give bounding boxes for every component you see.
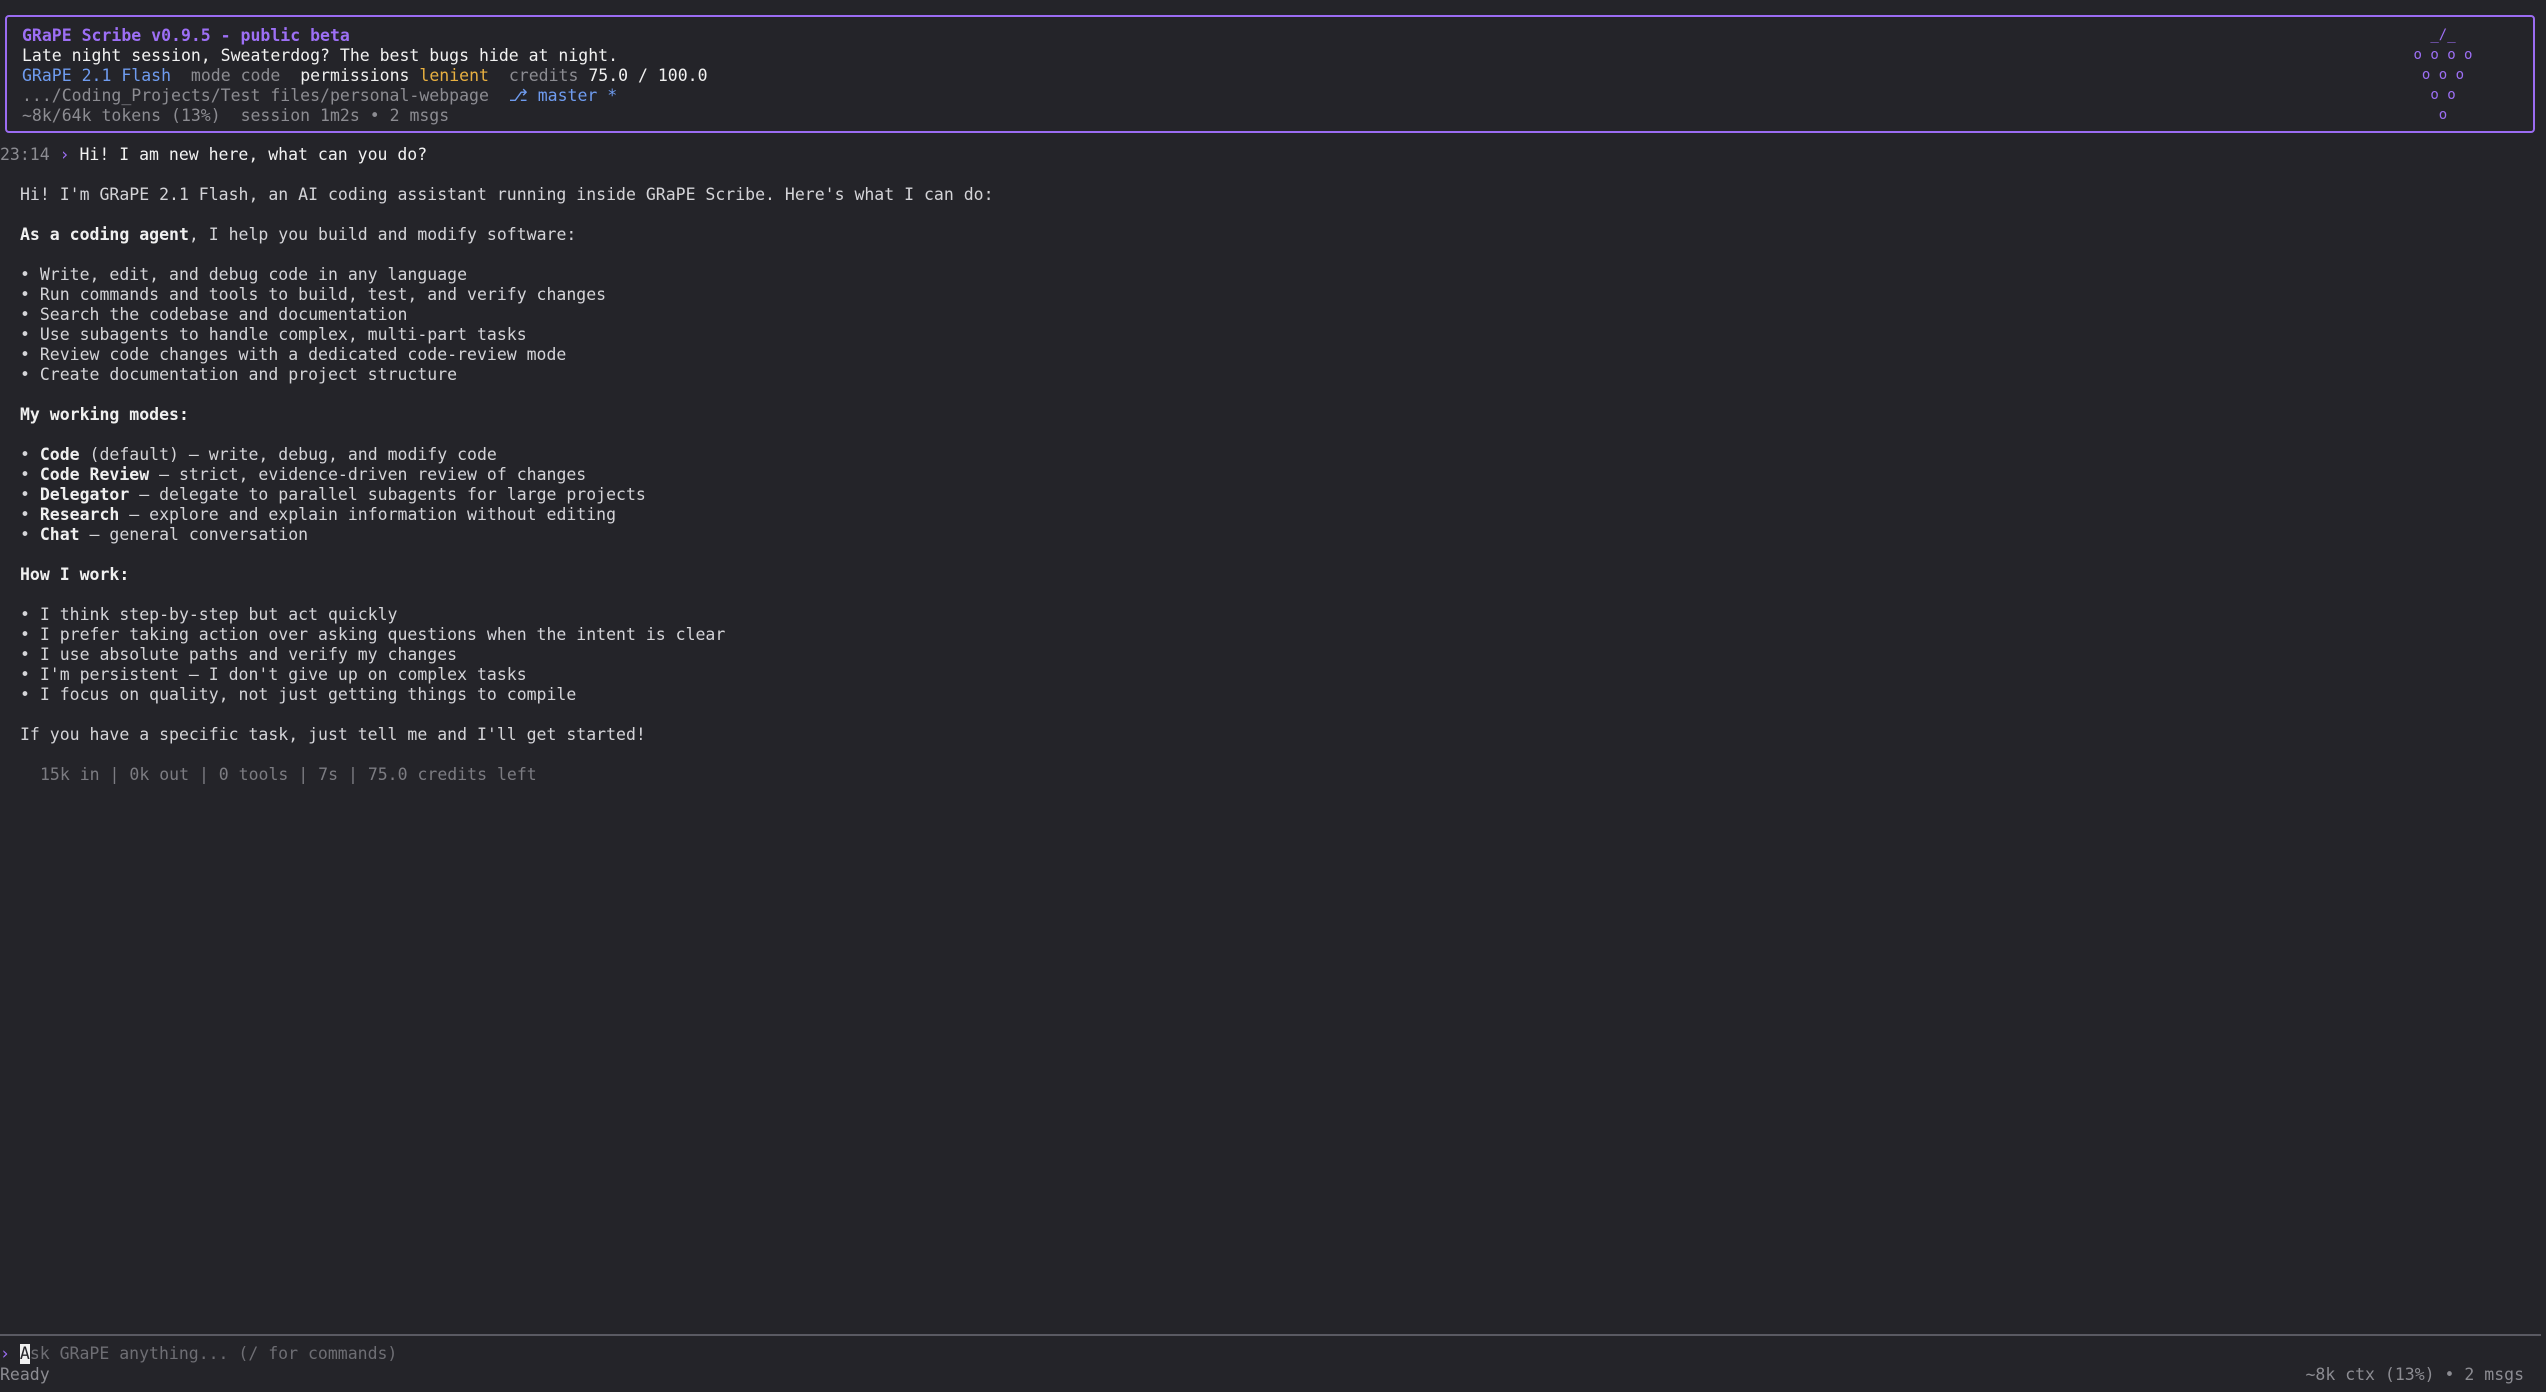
credits-value: 75.0 / 100.0 bbox=[588, 66, 708, 85]
mode-item: • Code (default) — write, debug, and mod… bbox=[20, 445, 497, 464]
mode-name: Code bbox=[39, 445, 80, 464]
grape-logo: _/_ o o o o o o o o o o bbox=[2403, 25, 2483, 125]
path-row: .../Coding_Projects/Test files/personal-… bbox=[22, 86, 2533, 106]
input-placeholder: sk GRaPE anything... (/ for commands) bbox=[29, 1344, 398, 1363]
response-closing: If you have a specific task, just tell m… bbox=[20, 725, 646, 744]
mode-desc: — explore and explain information withou… bbox=[119, 505, 617, 524]
response-intro: Hi! I'm GRaPE 2.1 Flash, an AI coding as… bbox=[20, 185, 994, 204]
list-item: • I think step-by-step but act quickly bbox=[20, 605, 398, 624]
mode-name: Chat bbox=[39, 525, 80, 544]
mode-desc: — delegate to parallel subagents for lar… bbox=[129, 485, 646, 504]
input-divider bbox=[0, 1334, 2541, 1336]
session-duration: session 1m2s • 2 msgs bbox=[240, 106, 450, 125]
mode-desc: (default) — write, debug, and modify cod… bbox=[79, 445, 497, 464]
mode-name: Delegator bbox=[39, 485, 130, 504]
list-item: • Run commands and tools to build, test,… bbox=[20, 285, 607, 304]
session-info-row: GRaPE 2.1 Flash mode code permissions le… bbox=[22, 66, 2533, 86]
agent-heading: As a coding agent, I help you build and … bbox=[20, 225, 994, 245]
list-item: • Use subagents to handle complex, multi… bbox=[20, 325, 527, 344]
mode-desc: — strict, evidence-driven review of chan… bbox=[149, 465, 587, 484]
list-item: • I'm persistent — I don't give up on co… bbox=[20, 665, 527, 684]
logo-row: o o o o bbox=[2413, 47, 2473, 63]
list-item: • Create documentation and project struc… bbox=[20, 365, 458, 384]
response-stats: 15k in | 0k out | 0 tools | 7s | 75.0 cr… bbox=[40, 765, 537, 784]
prompt-input[interactable]: › Ask GRaPE anything... (/ for commands) bbox=[0, 1344, 397, 1364]
mode-name: Research bbox=[39, 505, 120, 524]
logo-row: o o o bbox=[2421, 67, 2465, 83]
model-name: GRaPE 2.1 Flash bbox=[22, 66, 172, 85]
mode-item: • Code Review — strict, evidence-driven … bbox=[20, 465, 587, 484]
app-title: GRaPE Scribe v0.9.5 - public beta bbox=[22, 26, 350, 45]
mode-value: code bbox=[240, 66, 281, 85]
list-item: • Write, edit, and debug code in any lan… bbox=[20, 265, 468, 284]
prompt-chevron-icon: › bbox=[59, 145, 70, 164]
list-item: • I use absolute paths and verify my cha… bbox=[20, 645, 458, 664]
greeting: Late night session, Sweaterdog? The best… bbox=[22, 46, 619, 65]
token-row: ~8k/64k tokens (13%) session 1m2s • 2 ms… bbox=[22, 106, 2533, 126]
assistant-response: Hi! I'm GRaPE 2.1 Flash, an AI coding as… bbox=[20, 185, 994, 745]
git-branch: ⎇ master * bbox=[508, 86, 618, 105]
mode-item: • Chat — general conversation bbox=[20, 525, 309, 544]
user-message: Hi! I am new here, what can you do? bbox=[79, 145, 428, 164]
work-heading-text: How I work: bbox=[20, 565, 130, 584]
mode-item: • Delegator — delegate to parallel subag… bbox=[20, 485, 646, 504]
agent-heading-rest: , I help you build and modify software: bbox=[188, 225, 577, 244]
modes-heading: My working modes: bbox=[20, 405, 994, 425]
user-prompt-row: 23:14 › Hi! I am new here, what can you … bbox=[0, 145, 427, 165]
logo-row: o bbox=[2438, 107, 2448, 123]
project-path: .../Coding_Projects/Test files/personal-… bbox=[22, 86, 489, 105]
list-item: • I focus on quality, not just getting t… bbox=[20, 685, 577, 704]
mode-item: • Research — explore and explain informa… bbox=[20, 505, 617, 524]
permissions-value: lenient bbox=[419, 66, 489, 85]
token-usage: ~8k/64k tokens (13%) bbox=[22, 106, 221, 125]
mode-desc: — general conversation bbox=[79, 525, 309, 544]
mode-name: Code Review bbox=[39, 465, 150, 484]
header-panel: GRaPE Scribe v0.9.5 - public beta Late n… bbox=[5, 15, 2535, 133]
text-cursor: A bbox=[19, 1344, 30, 1364]
agent-heading-bold: As a coding agent bbox=[20, 225, 189, 244]
list-item: • Review code changes with a dedicated c… bbox=[20, 345, 567, 364]
list-item: • Search the codebase and documentation bbox=[20, 305, 408, 324]
list-item: • I prefer taking action over asking que… bbox=[20, 625, 726, 644]
message-timestamp: 23:14 bbox=[0, 145, 50, 164]
logo-stem: _/_ bbox=[2430, 27, 2456, 43]
logo-row: o o bbox=[2430, 87, 2456, 103]
mode-label: mode bbox=[190, 66, 231, 85]
modes-heading-text: My working modes: bbox=[20, 405, 189, 424]
work-heading: How I work: bbox=[20, 565, 994, 585]
input-chevron-icon: › bbox=[0, 1344, 10, 1363]
credits-label: credits bbox=[508, 66, 579, 85]
permissions-label: permissions bbox=[300, 66, 410, 85]
status-text: Ready bbox=[0, 1365, 50, 1384]
context-status: ~8k ctx (13%) • 2 msgs bbox=[2305, 1365, 2524, 1384]
